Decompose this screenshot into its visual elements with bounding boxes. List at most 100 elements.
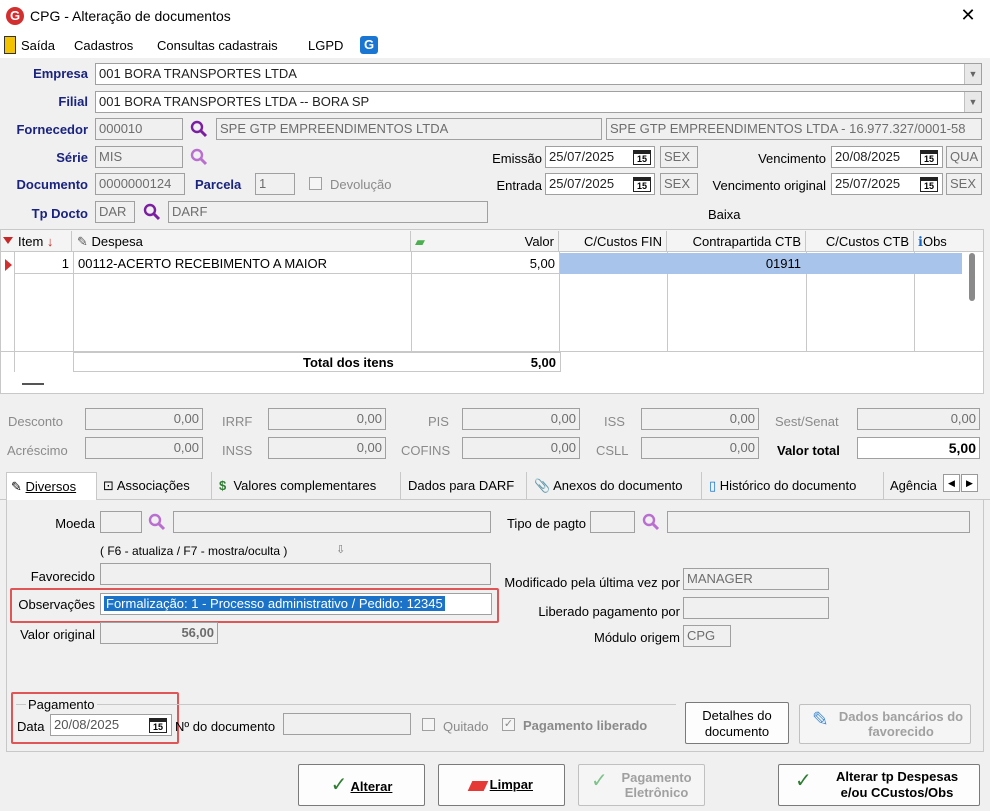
vencimento-date-value: 20/08/2025 — [835, 149, 901, 164]
col-despesa[interactable]: ✎ Despesa — [73, 231, 411, 252]
col-obs[interactable]: ℹObs — [914, 231, 966, 252]
menu-item-cadastros[interactable]: Cadastros — [74, 38, 133, 53]
calendar-icon[interactable]: 15 — [920, 150, 938, 165]
iss-field: 0,00 — [641, 408, 759, 430]
desconto-label: Desconto — [8, 414, 63, 429]
entrada-date-value: 25/07/2025 — [549, 176, 615, 191]
chevron-down-icon[interactable]: ▼ — [964, 64, 981, 84]
csll-label: CSLL — [596, 443, 629, 458]
col-ccctb[interactable]: C/Custos CTB — [806, 231, 914, 252]
grid-scrollbar[interactable] — [969, 253, 975, 301]
liberado-field — [683, 597, 829, 619]
calendar-icon[interactable]: 15 — [920, 177, 938, 192]
modulo-label: Módulo origem — [594, 630, 680, 645]
splitter-handle[interactable] — [22, 383, 44, 385]
tipo-pagto-name-field — [667, 511, 970, 533]
calendar-icon[interactable]: 15 — [633, 177, 651, 192]
vencimento-label: Vencimento — [758, 151, 826, 166]
search-icon[interactable] — [642, 513, 660, 531]
menu-item-lgpd[interactable]: LGPD — [308, 38, 343, 53]
pencil-icon: ✎ — [812, 709, 829, 731]
row-marker-icon — [5, 259, 12, 271]
col-item[interactable]: Item ↓ — [14, 231, 72, 252]
filial-combo[interactable]: 001 BORA TRANSPORTES LTDA -- BORA SP ▼ — [95, 91, 982, 113]
menu-item-saida[interactable]: Saída — [21, 38, 55, 53]
devolucao-checkbox[interactable] — [309, 177, 322, 190]
documento-label: Documento — [16, 177, 89, 192]
search-icon[interactable] — [148, 513, 166, 531]
quitado-label: Quitado — [443, 719, 489, 734]
valor-original-label: Valor original — [20, 627, 95, 642]
empresa-combo[interactable]: 001 BORA TRANSPORTES LTDA ▼ — [95, 63, 982, 85]
pagamento-liberado-checkbox[interactable]: ✓ — [502, 718, 515, 731]
window-title: CPG - Alteração de documentos — [30, 8, 231, 24]
quitado-checkbox[interactable] — [422, 718, 435, 731]
paperclip-icon: 📎 — [534, 478, 551, 493]
detalhes-documento-button[interactable]: Detalhes do documento — [685, 702, 789, 744]
pin-icon: ⇩ — [336, 544, 346, 556]
col-valor[interactable]: ▰ Valor — [411, 231, 559, 252]
pagamento-liberado-label: Pagamento liberado — [523, 718, 648, 733]
search-icon[interactable] — [190, 120, 208, 138]
tab-historico[interactable]: ▯ Histórico do documento — [705, 472, 884, 499]
modificado-field: MANAGER — [683, 568, 829, 590]
devolucao-label: Devolução — [330, 177, 392, 192]
valor-original-field: 56,00 — [100, 622, 218, 644]
calendar-icon[interactable]: 15 — [633, 150, 651, 165]
serie-label: Série — [56, 150, 88, 165]
fornecedor-code-field[interactable]: 000010 — [95, 118, 183, 140]
alterar-tp-despesas-button[interactable]: ✓ Alterar tp Despesas e/ou CCustos/Obs — [778, 764, 980, 806]
fornecedor-label: Fornecedor — [16, 122, 88, 137]
dados-bancarios-button[interactable]: ✎ Dados bancários do favorecido — [799, 704, 971, 744]
alterar-button[interactable]: ✓ Alterar — [298, 764, 425, 806]
menu-item-consultas[interactable]: Consultas cadastrais — [157, 38, 278, 53]
emissao-day-field: SEX — [660, 146, 698, 168]
serie-field[interactable]: MIS — [95, 146, 183, 168]
favorecido-label: Favorecido — [30, 569, 95, 584]
tab-anexos[interactable]: 📎 Anexos do documento — [530, 472, 702, 499]
search-icon[interactable] — [190, 148, 208, 166]
col-ccfin[interactable]: C/Custos FIN — [559, 231, 667, 252]
close-icon[interactable]: ✕ — [958, 5, 978, 25]
observacoes-field[interactable]: Formalização: 1 - Processo administrativ… — [100, 593, 492, 615]
ndoc-field[interactable] — [283, 713, 411, 735]
empresa-label: Empresa — [33, 66, 88, 81]
row-despesa: 00112-ACERTO RECEBIMENTO A MAIOR — [78, 256, 328, 271]
tab-scroll-right-icon[interactable]: ▶ — [961, 474, 978, 492]
pagamento-eletronico-button[interactable]: ✓ Pagamento Eletrônico — [578, 764, 705, 806]
tab-associacoes[interactable]: ⊡ Associações — [99, 472, 212, 499]
row-valor: 5,00 — [529, 256, 555, 271]
check-icon: ✓ — [591, 770, 608, 792]
moeda-code-field[interactable] — [100, 511, 142, 533]
help-icon[interactable]: G — [360, 36, 378, 54]
limpar-button[interactable]: Limpar — [438, 764, 565, 806]
search-icon[interactable] — [143, 203, 161, 221]
tpdocto-code-field[interactable]: DAR — [95, 201, 135, 223]
tab-scroll-left-icon[interactable]: ◀ — [943, 474, 960, 492]
chevron-down-icon[interactable]: ▼ — [964, 92, 981, 112]
inss-label: INSS — [222, 443, 253, 458]
irrf-field: 0,00 — [268, 408, 386, 430]
favorecido-field — [100, 563, 491, 585]
data-label: Data — [17, 719, 45, 734]
filial-label: Filial — [58, 94, 88, 109]
parcela-field[interactable]: 1 — [255, 173, 295, 195]
calendar-icon[interactable]: 15 — [149, 718, 167, 733]
row-ccctb — [807, 254, 913, 273]
entrada-label: Entrada — [496, 178, 542, 193]
tipo-pagto-code-field[interactable] — [590, 511, 635, 533]
tab-agencia[interactable]: Agência — [886, 472, 942, 499]
irrf-label: IRRF — [222, 414, 253, 429]
documento-field[interactable]: 0000000124 — [95, 173, 185, 195]
title-bar: G CPG - Alteração de documentos ✕ — [0, 0, 990, 32]
tpdocto-label: Tp Docto — [31, 206, 88, 221]
cofins-label: COFINS — [401, 443, 451, 458]
emissao-label: Emissão — [492, 151, 542, 166]
tab-dados-darf[interactable]: Dados para DARF — [404, 472, 527, 499]
tab-valores-complementares[interactable]: $ Valores complementares — [215, 472, 401, 499]
tab-diversos[interactable]: ✎ Diversos — [6, 472, 97, 501]
sest-label: Sest/Senat — [775, 414, 839, 429]
col-contrapartida[interactable]: Contrapartida CTB — [667, 231, 806, 252]
filial-value: 001 BORA TRANSPORTES LTDA -- BORA SP — [99, 94, 370, 109]
edit-icon: ✎ — [77, 234, 88, 249]
